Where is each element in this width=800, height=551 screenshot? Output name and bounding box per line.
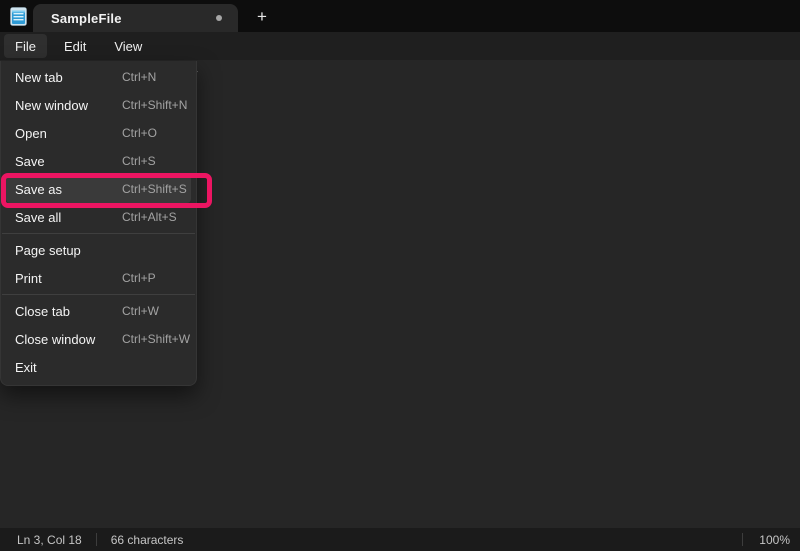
menubar-item-view[interactable]: View [103, 34, 153, 58]
menu-item-shortcut: Ctrl+Shift+N [122, 98, 187, 112]
new-tab-button[interactable]: + [248, 4, 276, 30]
menu-item-label: Save [15, 154, 122, 169]
menu-item-label: Save all [15, 210, 122, 225]
cursor-position: Ln 3, Col 18 [0, 533, 96, 547]
menu-item-shortcut: Ctrl+Shift+S [122, 182, 187, 196]
menu-item-exit[interactable]: Exit [6, 353, 191, 381]
menu-item-label: Close window [15, 332, 122, 347]
menu-item-label: Print [15, 271, 122, 286]
menu-item-shortcut: Ctrl+S [122, 154, 156, 168]
menu-item-new-window[interactable]: New window Ctrl+Shift+N [6, 91, 191, 119]
menu-separator [2, 233, 195, 234]
menu-item-label: Close tab [15, 304, 122, 319]
zoom-level[interactable]: 100% [743, 533, 800, 547]
tab-title: SampleFile [51, 11, 122, 26]
titlebar: SampleFile + [0, 0, 800, 32]
character-count: 66 characters [97, 533, 198, 547]
menu-item-shortcut: Ctrl+P [122, 271, 156, 285]
menubar-item-file[interactable]: File [4, 34, 47, 58]
unsaved-changes-dot-icon [216, 15, 222, 21]
file-menu-dropdown: New tab Ctrl+N New window Ctrl+Shift+N O… [0, 61, 197, 386]
menu-item-save[interactable]: Save Ctrl+S [6, 147, 191, 175]
menu-item-shortcut: Ctrl+O [122, 126, 157, 140]
menu-item-print[interactable]: Print Ctrl+P [6, 264, 191, 292]
menu-item-shortcut: Ctrl+N [122, 70, 156, 84]
menubar-item-edit[interactable]: Edit [53, 34, 97, 58]
notepad-app-icon [10, 7, 27, 26]
menu-item-open[interactable]: Open Ctrl+O [6, 119, 191, 147]
menu-item-shortcut: Ctrl+Alt+S [122, 210, 177, 224]
menu-item-shortcut: Ctrl+Shift+W [122, 332, 190, 346]
menu-item-new-tab[interactable]: New tab Ctrl+N [6, 63, 191, 91]
menu-item-shortcut: Ctrl+W [122, 304, 159, 318]
menu-item-label: Exit [15, 360, 122, 375]
menubar: File Edit View [0, 32, 800, 60]
menu-item-save-all[interactable]: Save all Ctrl+Alt+S [6, 203, 191, 231]
tab-samplefile[interactable]: SampleFile [33, 4, 238, 32]
menu-item-label: New tab [15, 70, 122, 85]
menu-item-close-window[interactable]: Close window Ctrl+Shift+W [6, 325, 191, 353]
notepad-window: SampleFile + File Edit View y New tab Ct… [0, 0, 800, 551]
menu-item-label: Page setup [15, 243, 122, 258]
menu-item-close-tab[interactable]: Close tab Ctrl+W [6, 297, 191, 325]
menu-item-label: Open [15, 126, 122, 141]
menu-item-label: New window [15, 98, 122, 113]
statusbar: Ln 3, Col 18 66 characters 100% [0, 528, 800, 551]
menu-item-page-setup[interactable]: Page setup [6, 236, 191, 264]
menu-item-save-as[interactable]: Save as Ctrl+Shift+S [6, 175, 191, 203]
menu-item-label: Save as [15, 182, 122, 197]
menu-separator [2, 294, 195, 295]
